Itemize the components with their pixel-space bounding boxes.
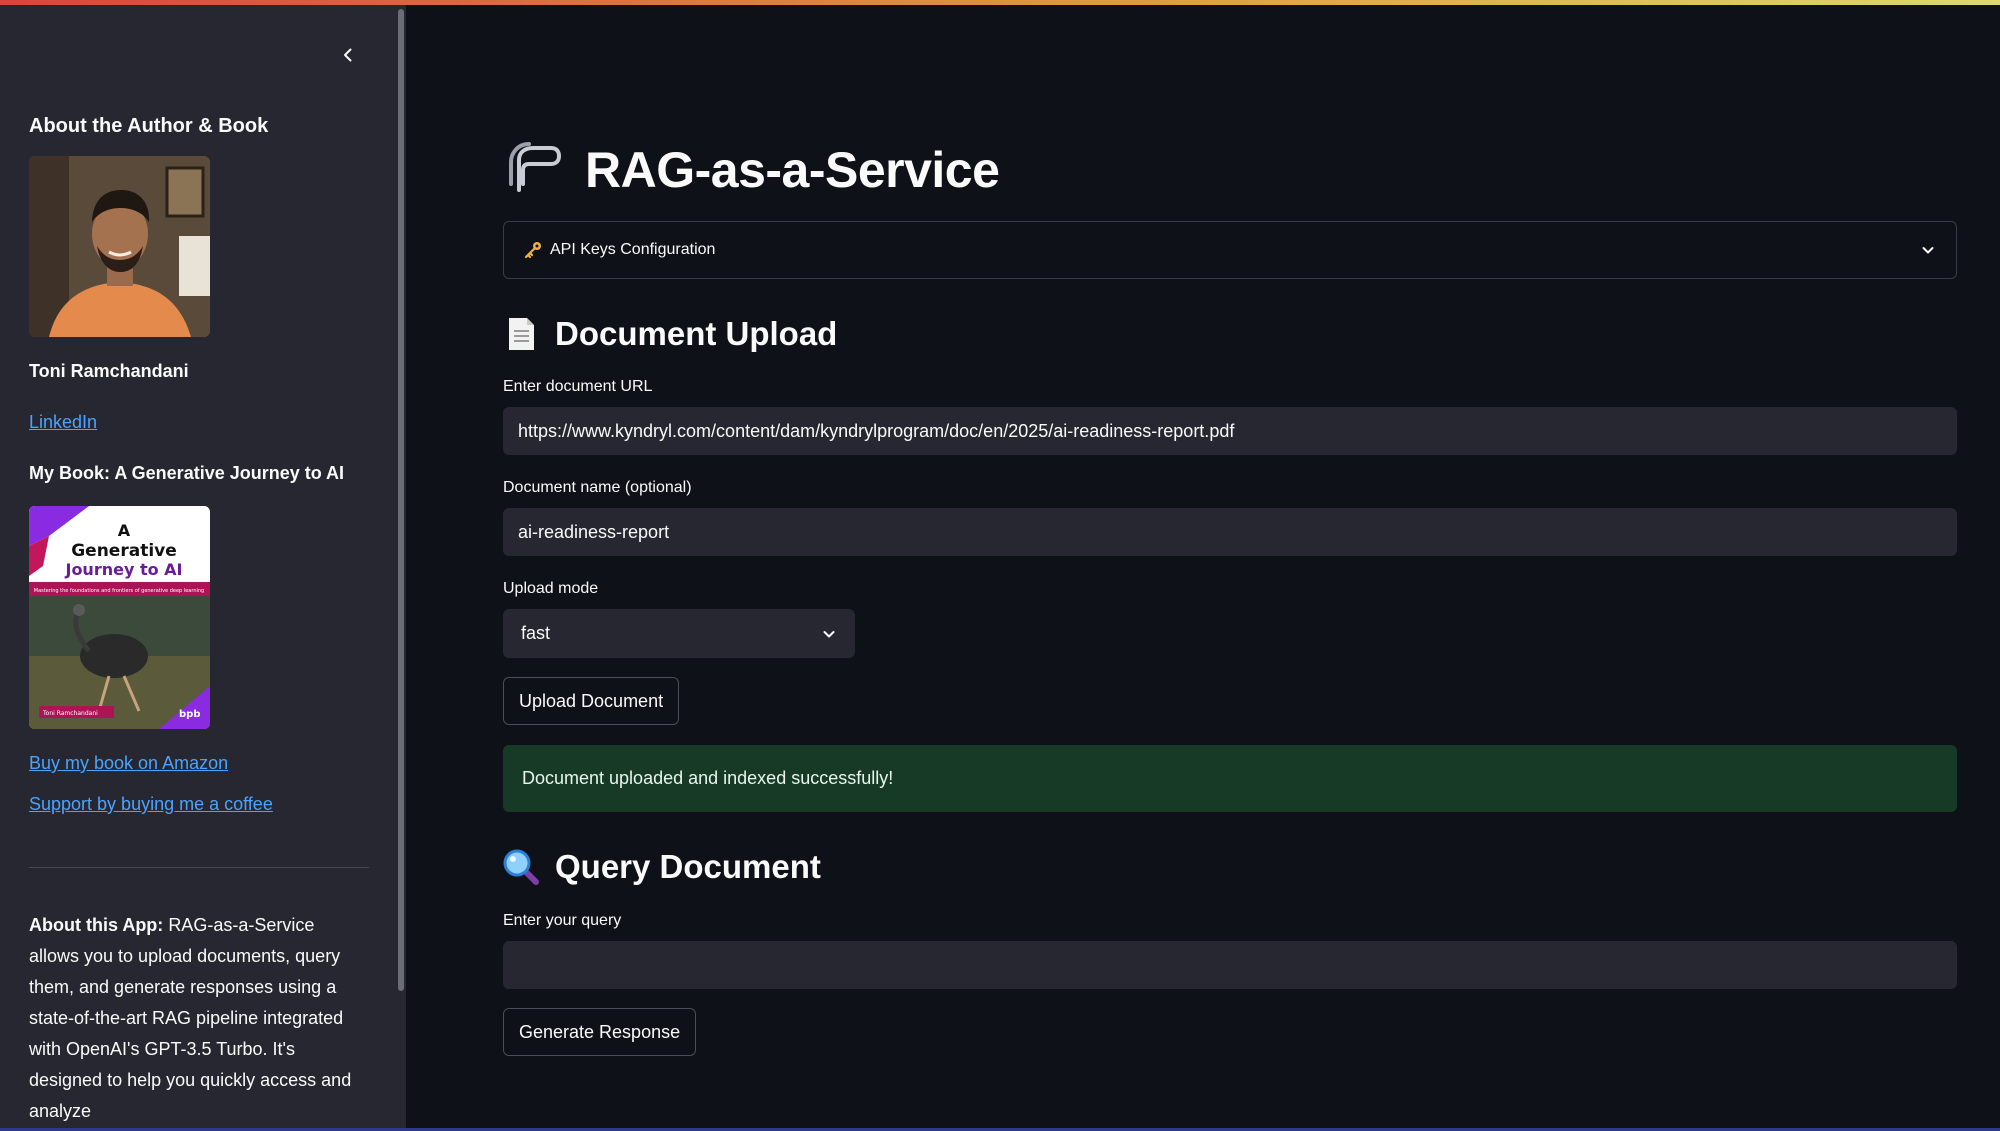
book-heading: My Book: A Generative Journey to AI	[29, 463, 345, 483]
about-app-label: About this App:	[29, 915, 164, 935]
author-photo	[29, 156, 210, 337]
page-header: RAG-as-a-Service	[503, 140, 1000, 200]
sidebar-divider	[29, 867, 369, 868]
key-icon	[524, 242, 541, 259]
book-cover-line3: Journey to AI	[64, 560, 182, 579]
query-label: Enter your query	[503, 912, 622, 929]
query-document-title: Query Document	[555, 848, 821, 885]
buy-coffee-link[interactable]: Support by buying me a coffee	[29, 794, 369, 815]
about-app-description: RAG-as-a-Service allows you to upload do…	[29, 915, 352, 1121]
author-name: Toni Ramchandani	[29, 361, 189, 381]
about-author-heading: About the Author & Book	[29, 115, 269, 137]
book-cover-publisher: bpb	[179, 709, 200, 720]
upload-mode-select[interactable]: fast	[503, 609, 855, 658]
upload-document-button[interactable]: Upload Document	[503, 677, 680, 725]
upload-success-alert: Document uploaded and indexed successful…	[503, 745, 1957, 812]
page-icon	[509, 318, 534, 350]
query-input[interactable]	[503, 941, 1957, 989]
book-cover-author: Toni Ramchandani	[42, 710, 98, 717]
linkedin-link[interactable]: LinkedIn	[29, 412, 369, 433]
book-cover-subtitle: Mastering the foundations and frontiers …	[34, 588, 204, 594]
generate-response-button[interactable]: Generate Response	[503, 1008, 697, 1056]
upload-mode-value: fast	[521, 623, 551, 643]
collapse-sidebar-button[interactable]	[334, 41, 362, 69]
book-cover-image: A Generative Journey to AI Mastering the…	[29, 506, 210, 729]
about-app-text: About this App: RAG-as-a-Service allows …	[29, 910, 359, 1127]
book-cover-line2: Generative	[71, 541, 177, 561]
chevron-down-icon	[823, 630, 835, 637]
document-upload-heading: Document Upload	[503, 315, 837, 353]
sidebar: About the Author & Book Toni Ramchandani…	[0, 5, 406, 1128]
document-url-input[interactable]: https://www.kyndryl.com/content/dam/kynd…	[503, 407, 1957, 455]
buy-book-link[interactable]: Buy my book on Amazon	[29, 753, 369, 774]
upload-success-message: Document uploaded and indexed successful…	[522, 768, 894, 788]
document-url-value: https://www.kyndryl.com/content/dam/kynd…	[518, 420, 1235, 441]
document-name-label: Document name (optional)	[503, 479, 692, 496]
document-name-value: ai-readiness-report	[518, 521, 670, 542]
upload-mode-label: Upload mode	[503, 580, 599, 597]
api-keys-expander-label: API Keys Configuration	[550, 241, 716, 258]
query-document-heading: Query Document	[503, 848, 821, 886]
page-title: RAG-as-a-Service	[585, 142, 1000, 198]
sidebar-scrollbar[interactable]	[398, 9, 404, 991]
document-name-input[interactable]: ai-readiness-report	[503, 508, 1957, 556]
book-cover-line1: A	[118, 521, 131, 540]
magnifier-icon	[503, 849, 539, 885]
api-keys-expander[interactable]: API Keys Configuration	[503, 221, 1957, 279]
paperclip-icon	[509, 142, 562, 192]
document-upload-title: Document Upload	[555, 315, 838, 352]
chevron-down-icon	[1922, 247, 1934, 254]
chevron-left-icon	[344, 48, 352, 62]
document-url-label: Enter document URL	[503, 378, 653, 395]
